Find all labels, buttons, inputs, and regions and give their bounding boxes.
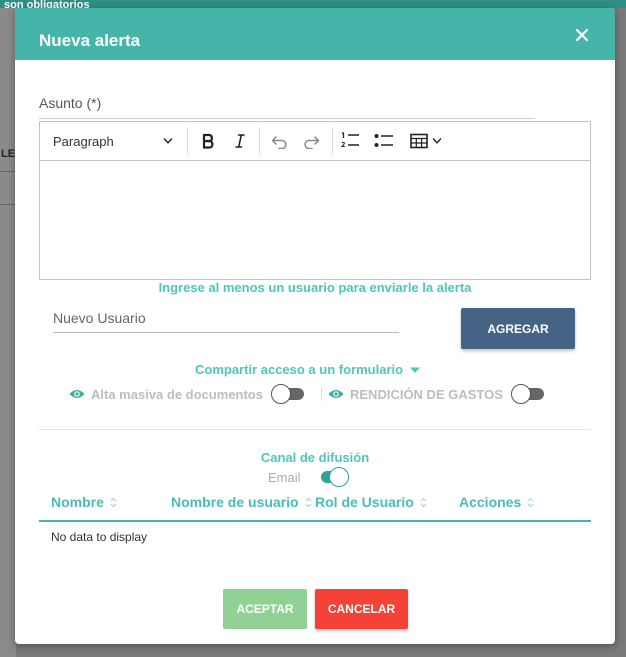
accept-button[interactable]: ACEPTAR <box>223 589 307 629</box>
editor-toolbar: Paragraph <box>40 122 590 161</box>
italic-button[interactable] <box>224 122 256 160</box>
table-empty-message: No data to display <box>51 530 148 544</box>
column-header-actions[interactable]: Acciones <box>459 494 534 510</box>
permission-switch[interactable] <box>510 384 545 404</box>
bold-button[interactable] <box>192 122 224 160</box>
toolbar-separator <box>259 127 260 155</box>
sort-icon <box>420 497 427 507</box>
table-header-underline <box>39 520 591 522</box>
sort-icon <box>110 497 117 507</box>
caret-down-icon <box>410 367 421 373</box>
redo-icon <box>304 136 320 149</box>
insert-table-button[interactable] <box>405 122 447 160</box>
permission-label: Alta masiva de documentos <box>91 386 263 402</box>
bulleted-list-icon <box>374 134 393 147</box>
undo-button[interactable] <box>263 122 295 160</box>
toolbar-separator <box>332 127 333 155</box>
editor-content-area[interactable] <box>40 161 590 279</box>
column-header-name[interactable]: Nombre <box>51 494 117 510</box>
redo-button[interactable] <box>296 122 328 160</box>
dialog-header: Nueva alerta <box>15 8 615 60</box>
add-user-button[interactable]: AGREGAR <box>461 308 575 349</box>
email-channel-switch[interactable] <box>315 467 349 487</box>
column-header-label: Acciones <box>459 494 522 510</box>
italic-icon <box>235 134 245 148</box>
background-column-label: LE <box>1 148 16 160</box>
column-header-label: Nombre <box>51 494 104 510</box>
section-divider <box>39 429 591 430</box>
heading-select-value: Paragraph <box>53 133 114 149</box>
share-form-access-label: Compartir acceso a un formulario <box>195 362 404 377</box>
background-divider <box>0 171 16 172</box>
cancel-button[interactable]: CANCELAR <box>315 589 408 629</box>
numbered-list-icon <box>340 132 359 148</box>
column-header-username[interactable]: Nombre de usuario <box>171 494 312 510</box>
close-icon[interactable] <box>575 28 589 42</box>
table-icon <box>410 133 428 149</box>
sort-icon <box>527 497 534 507</box>
subject-label: Asunto (*) <box>39 95 102 111</box>
sort-icon <box>305 497 312 507</box>
subject-editor: Paragraph <box>39 121 591 280</box>
eye-icon <box>328 390 344 398</box>
email-channel-label: Email <box>268 470 301 485</box>
chevron-down-icon <box>432 138 442 144</box>
bold-icon <box>202 133 214 149</box>
subject-underline <box>39 118 535 119</box>
toolbar-separator <box>187 127 188 155</box>
undo-icon <box>271 136 287 149</box>
permission-label: RENDICIÓN DE GASTOS <box>350 386 503 402</box>
users-hint: Ingrese al menos un usuario para enviarl… <box>158 280 472 295</box>
column-header-user-role[interactable]: Rol de Usuario <box>315 494 427 510</box>
permission-switch[interactable] <box>270 384 305 404</box>
permission-divider <box>321 387 322 401</box>
dialog-title: Nueva alerta <box>39 31 141 50</box>
background-page-edge <box>0 8 16 657</box>
column-header-label: Nombre de usuario <box>171 494 299 510</box>
new-user-input[interactable] <box>53 304 399 333</box>
background-divider <box>0 204 16 205</box>
column-header-label: Rol de Usuario <box>315 494 414 510</box>
share-form-access-toggle[interactable]: Compartir acceso a un formulario <box>195 362 421 377</box>
chevron-down-icon <box>163 138 173 144</box>
numbered-list-button[interactable] <box>334 122 366 160</box>
heading-select[interactable]: Paragraph <box>40 122 186 160</box>
eye-icon <box>69 390 85 398</box>
background-header-bar: son obligatorios <box>0 0 626 11</box>
bulleted-list-button[interactable] <box>368 122 400 160</box>
broadcast-channel-title: Canal de difusión <box>260 450 370 465</box>
new-alert-dialog: Nueva alerta Asunto (*) Paragraph Ingres… <box>15 8 615 644</box>
permission-expense-report: RENDICIÓN DE GASTOS <box>328 384 545 404</box>
permission-bulk-upload: Alta masiva de documentos <box>69 384 305 404</box>
